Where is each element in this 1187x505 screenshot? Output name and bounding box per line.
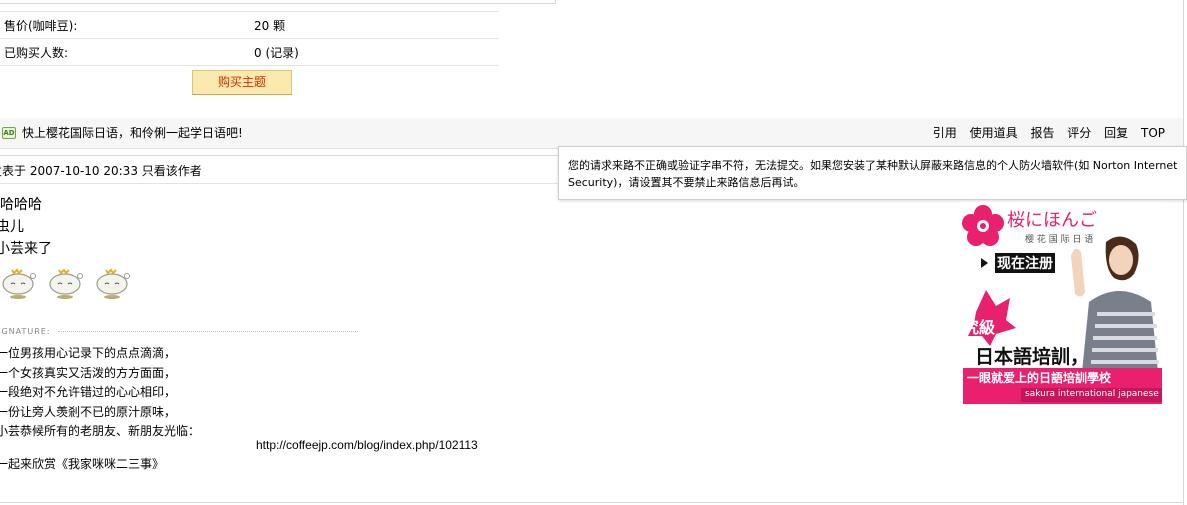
banner-brand: 桜にほんご xyxy=(1007,210,1097,231)
error-tooltip: 您的请求来路不正确或验证字串不符，无法提交。如果您安装了某种默认屏蔽来路信息的个… xyxy=(558,146,1187,200)
use-item-link[interactable]: 使用道具 xyxy=(970,126,1018,140)
price-label: 售价(咖啡豆): xyxy=(4,19,78,33)
error-message: 您的请求来路不正确或验证字串不符，无法提交。如果您安装了某种默认屏蔽来路信息的个… xyxy=(568,159,1178,189)
post-footer-divider xyxy=(0,502,1183,503)
signature-divider xyxy=(58,331,358,332)
bun-emoticon-icon xyxy=(2,268,36,299)
price-value: 20 颗 xyxy=(254,19,286,33)
sakura-flower-icon xyxy=(962,205,1004,246)
ad-link[interactable]: 快上樱花国际日语，和伶俐一起学日语吧! xyxy=(22,124,243,141)
banner-badge: 究級 xyxy=(963,318,996,337)
sakura-banner-ad[interactable]: 桜にほんご 樱 花 国 际 日 语 现在注册 究級 日本語培訓， 一眼就爱上的日… xyxy=(961,202,1162,404)
signature-line: 一位男孩用心记录下的点点滴滴， xyxy=(0,346,177,360)
post-line: 哈哈哈 xyxy=(0,197,42,213)
banner-headline: 日本語培訓， xyxy=(975,346,1090,368)
signature-label: SIGNATURE: xyxy=(0,327,51,336)
frame-edge-right xyxy=(1183,0,1184,505)
reply-link[interactable]: 回复 xyxy=(1104,126,1128,140)
top-border xyxy=(0,3,556,4)
top-link[interactable]: TOP xyxy=(1141,126,1165,140)
bun-emoticon-icon xyxy=(96,268,130,299)
post-body: 哈哈哈 虫儿 小芸来了 xyxy=(0,194,52,260)
report-link[interactable]: 报告 xyxy=(1030,126,1054,140)
ad-icon: AD xyxy=(2,127,16,139)
bun-emoticon-icon xyxy=(49,268,83,299)
post-line: 虫儿 xyxy=(0,219,24,235)
signature-line: 小芸恭候所有的老朋友、新朋友光临： xyxy=(0,424,201,438)
post-meta: 发表于 2007-10-10 20:33 只看该作者 xyxy=(0,162,202,179)
buy-topic-button[interactable]: 购买主题 xyxy=(192,70,292,95)
top-border-edge xyxy=(555,0,556,4)
post-actions: 引用 使用道具 报告 评分 回复 TOP xyxy=(924,124,1165,141)
post-header-top xyxy=(0,155,560,156)
signature-last-line: 一起来欣赏《我家咪咪二三事》 xyxy=(0,457,165,471)
table-divider xyxy=(0,65,498,66)
post-line: 小芸来了 xyxy=(0,241,52,257)
banner-footer: sakura international japanese xyxy=(1025,389,1159,399)
signature-line: 一个女孩真实又活泼的方方面面， xyxy=(0,365,177,380)
table-divider xyxy=(0,38,498,39)
banner-register[interactable]: 现在注册 xyxy=(995,253,1055,273)
blog-url-link[interactable]: http://coffeejp.com/blog/index.php/10211… xyxy=(256,438,478,452)
ad-bar: AD 快上樱花国际日语，和伶俐一起学日语吧! 引用 使用道具 报告 评分 回复 … xyxy=(0,118,1183,149)
table-divider xyxy=(0,11,498,12)
signature-line: 一段绝对不允许错过的心心相印， xyxy=(0,385,177,399)
signature-line: 一份让旁人羡剎不已的原汁原味， xyxy=(0,404,177,419)
banner-subline: 一眼就爱上的日語培訓學校 xyxy=(967,371,1112,385)
buyers-value: 0 (记录) xyxy=(254,46,299,60)
post-meta-text: 发表于 2007-10-10 20:33 只看该作者 xyxy=(0,164,202,178)
rate-link[interactable]: 评分 xyxy=(1067,126,1091,140)
banner-subbrand: 樱 花 国 际 日 语 xyxy=(1025,235,1094,245)
buyers-label: 已购买人数: xyxy=(4,46,69,60)
signature-text: 一位男孩用心记录下的点点滴滴， 一个女孩真实又活泼的方方面面， 一段绝对不允许错… xyxy=(0,344,200,442)
quote-link[interactable]: 引用 xyxy=(933,126,957,140)
